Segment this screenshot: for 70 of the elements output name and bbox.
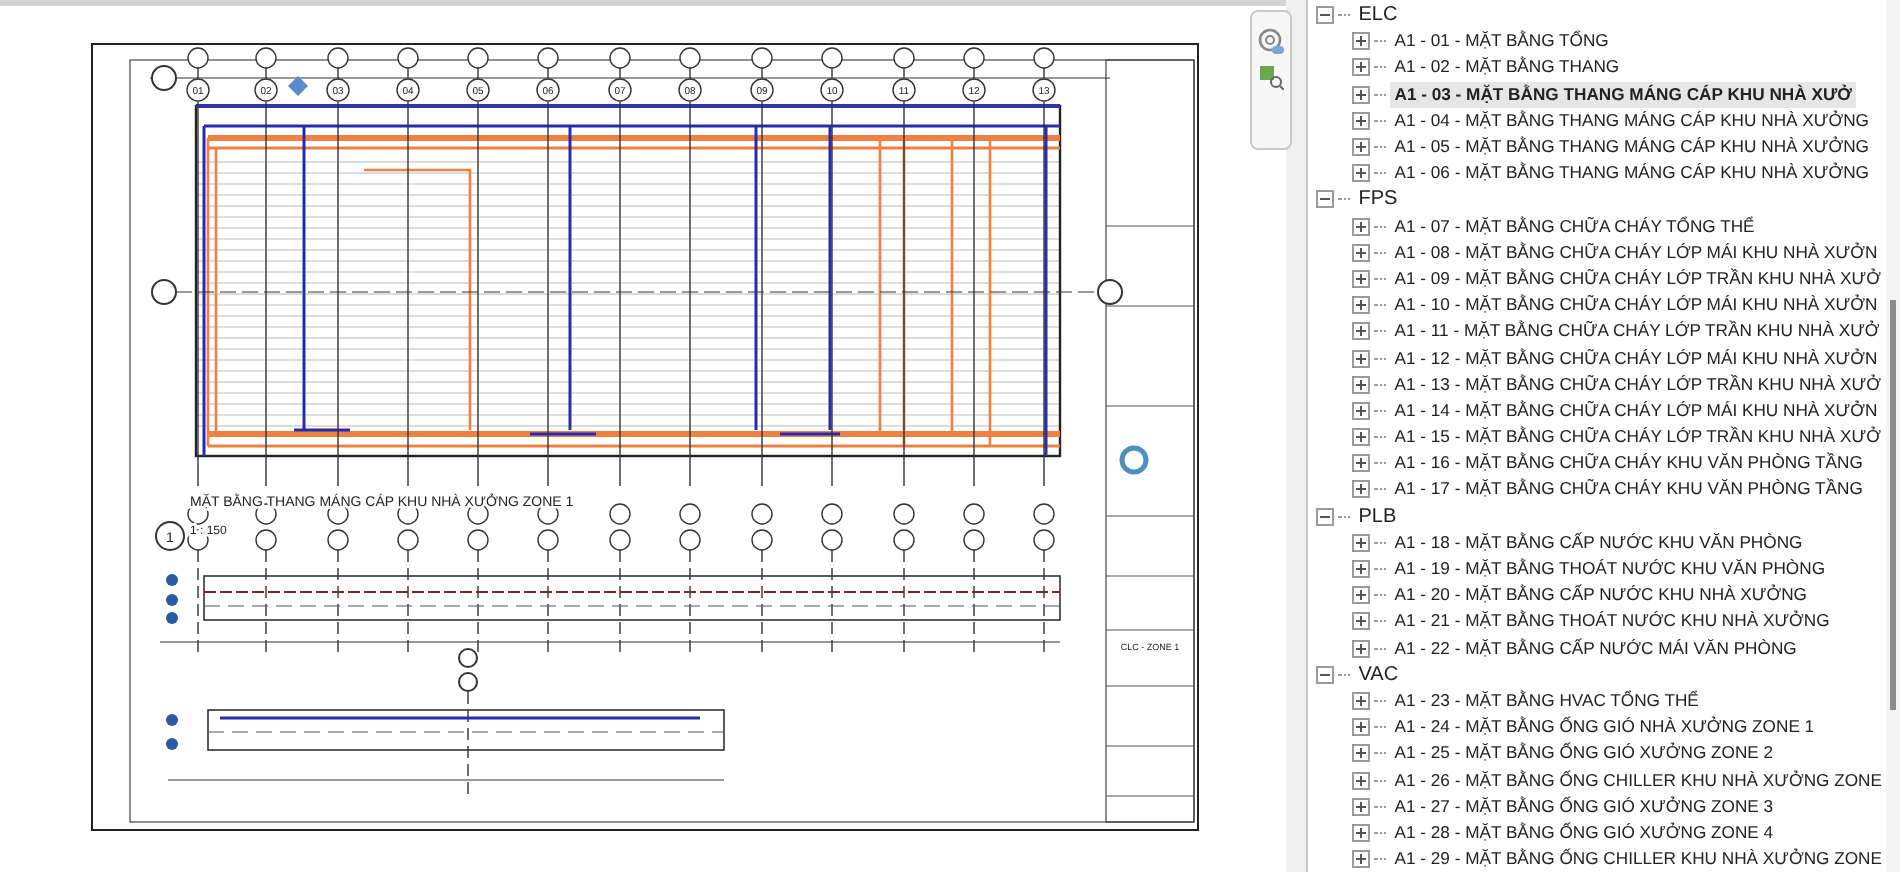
expand-toggle[interactable] bbox=[1352, 243, 1371, 262]
collapse-toggle[interactable] bbox=[1316, 6, 1335, 25]
expand-toggle[interactable] bbox=[1352, 296, 1371, 315]
expand-toggle[interactable] bbox=[1352, 164, 1371, 183]
expand-toggle[interactable] bbox=[1352, 85, 1371, 104]
sheet-item[interactable]: A1 - 08 - MẶT BẰNG CHỮA CHÁY LỚP MÁI KHU NHÀ XƯỞN bbox=[1390, 239, 1882, 266]
expand-toggle[interactable] bbox=[1352, 349, 1371, 368]
expand-toggle[interactable] bbox=[1352, 217, 1371, 236]
level-marker-icon bbox=[288, 76, 308, 96]
sheet-item[interactable]: A1 - 05 - MẶT BẰNG THANG MÁNG CÁP KHU NHÀ XƯỞNG bbox=[1390, 134, 1873, 161]
sheet-item[interactable]: A1 - 11 - MẶT BẰNG CHỮA CHÁY LỚP TRẦN KHU NHÀ XƯỞ bbox=[1390, 318, 1884, 345]
expand-toggle[interactable] bbox=[1352, 718, 1371, 737]
sheet-item[interactable]: A1 - 29 - MẶT BẰNG ỐNG CHILLER KHU NHÀ XƯỞNG ZONE bbox=[1390, 846, 1886, 872]
group-label[interactable]: VAC bbox=[1354, 661, 1403, 688]
sheet-item[interactable]: A1 - 21 - MẶT BẰNG THOÁT NƯỚC KHU NHÀ XƯỞNG bbox=[1390, 608, 1834, 635]
expand-toggle[interactable] bbox=[1352, 612, 1371, 631]
collapse-toggle[interactable] bbox=[1316, 665, 1335, 684]
sheet-item[interactable]: A1 - 14 - MẶT BẰNG CHỮA CHÁY LỚP MÁI KHU NHÀ XƯỞN bbox=[1390, 397, 1882, 424]
sheet-item[interactable]: A1 - 07 - MẶT BẰNG CHỮA CHÁY TỔNG THỂ bbox=[1390, 213, 1759, 240]
expand-toggle[interactable] bbox=[1352, 480, 1371, 499]
sheet-item[interactable]: A1 - 04 - MẶT BẰNG THANG MÁNG CÁP KHU NHÀ XƯỞNG bbox=[1390, 107, 1873, 134]
group-label[interactable]: ELC bbox=[1354, 2, 1402, 29]
sheet-item[interactable]: A1 - 24 - MẶT BẰNG ỐNG GIÓ NHÀ XƯỞNG ZONE 1 bbox=[1390, 714, 1819, 741]
expand-toggle[interactable] bbox=[1352, 138, 1371, 157]
sheet-item[interactable]: A1 - 20 - MẶT BẰNG CẤP NƯỚC KHU NHÀ XƯỞNG bbox=[1390, 582, 1811, 609]
expand-toggle[interactable] bbox=[1352, 797, 1371, 816]
expand-toggle[interactable] bbox=[1352, 269, 1371, 288]
scrollbar[interactable] bbox=[1886, 0, 1900, 872]
expand-toggle[interactable] bbox=[1352, 428, 1371, 447]
sheet-item[interactable]: A1 - 03 - MẶT BẰNG THANG MÁNG CÁP KHU NHÀ XƯỞ bbox=[1390, 81, 1856, 108]
sheet-item[interactable]: A1 - 16 - MẶT BẰNG CHỮA CHÁY KHU VĂN PHÒNG TẦNG bbox=[1390, 450, 1867, 477]
sheet-item[interactable]: A1 - 06 - MẶT BẰNG THANG MÁNG CÁP KHU NHÀ XƯỞNG bbox=[1390, 160, 1873, 187]
expand-toggle[interactable] bbox=[1352, 560, 1371, 579]
sheet-item[interactable]: A1 - 13 - MẶT BẰNG CHỮA CHÁY LỚP TRẦN KHU NHÀ XƯỞ bbox=[1390, 371, 1885, 398]
expand-toggle[interactable] bbox=[1352, 58, 1371, 77]
sheet-item[interactable]: A1 - 09 - MẶT BẰNG CHỮA CHÁY LỚP TRẦN KHU NHÀ XƯỞ bbox=[1390, 265, 1885, 292]
expand-toggle[interactable] bbox=[1352, 401, 1371, 420]
sheet-item[interactable]: A1 - 15 - MẶT BẰNG CHỮA CHÁY LỚP TRẦN KHU NHÀ XƯỞ bbox=[1390, 424, 1885, 451]
sheet-item[interactable]: A1 - 18 - MẶT BẰNG CẤP NƯỚC KHU VĂN PHÒNG bbox=[1390, 529, 1807, 556]
sheet-item[interactable]: A1 - 25 - MẶT BẰNG ỐNG GIÓ XƯỞNG ZONE 2 bbox=[1390, 740, 1778, 767]
expand-toggle[interactable] bbox=[1352, 322, 1371, 341]
group-label[interactable]: PLB bbox=[1354, 503, 1401, 530]
expand-toggle[interactable] bbox=[1352, 375, 1371, 394]
expand-toggle[interactable] bbox=[1352, 32, 1371, 51]
expand-toggle[interactable] bbox=[1352, 533, 1371, 552]
sheet-item[interactable]: A1 - 01 - MẶT BẰNG TỔNG bbox=[1390, 28, 1613, 55]
collapse-toggle[interactable] bbox=[1316, 507, 1335, 526]
sheet-item[interactable]: A1 - 23 - MẶT BẰNG HVAC TỔNG THỂ bbox=[1390, 687, 1703, 714]
expand-toggle[interactable] bbox=[1352, 454, 1371, 473]
sheet-item[interactable]: A1 - 27 - MẶT BẰNG ỐNG GIÓ XƯỞNG ZONE 3 bbox=[1390, 793, 1778, 820]
expand-toggle[interactable] bbox=[1352, 850, 1371, 869]
sheet-item[interactable]: A1 - 22 - MẶT BẰNG CẤP NƯỚC MÁI VĂN PHÒNG bbox=[1390, 635, 1801, 662]
expand-toggle[interactable] bbox=[1352, 771, 1371, 790]
steering-wheel-icon[interactable] bbox=[1258, 28, 1284, 54]
sheet-item[interactable]: A1 - 26 - MẶT BẰNG ỐNG CHILLER KHU NHÀ XƯỞNG ZONE bbox=[1390, 767, 1886, 794]
group-label[interactable]: FPS bbox=[1354, 186, 1402, 213]
sheet-item[interactable]: A1 - 28 - MẶT BẰNG ỐNG GIÓ XƯỞNG ZONE 4 bbox=[1390, 819, 1778, 846]
zoom-icon[interactable] bbox=[1259, 66, 1283, 90]
sheet-item[interactable]: A1 - 12 - MẶT BẰNG CHỮA CHÁY LỚP MÁI KHU NHÀ XƯỞN bbox=[1390, 345, 1882, 372]
sheet-item[interactable]: A1 - 10 - MẶT BẰNG CHỮA CHÁY LỚP MÁI KHU NHÀ XƯỞN bbox=[1390, 292, 1882, 319]
expand-toggle[interactable] bbox=[1352, 691, 1371, 710]
expand-toggle[interactable] bbox=[1352, 111, 1371, 130]
expand-toggle[interactable] bbox=[1352, 744, 1371, 763]
expand-toggle[interactable] bbox=[1352, 639, 1371, 658]
collapse-toggle[interactable] bbox=[1316, 190, 1335, 209]
sheet-item[interactable]: A1 - 17 - MẶT BẰNG CHỮA CHÁY KHU VĂN PHÒNG TẦNG bbox=[1390, 476, 1867, 503]
sheet-item[interactable]: A1 - 02 - MẶT BẰNG THANG bbox=[1390, 54, 1624, 81]
sheet-item[interactable]: A1 - 19 - MẶT BẰNG THOÁT NƯỚC KHU VĂN PHÒNG bbox=[1390, 556, 1830, 583]
expand-toggle[interactable] bbox=[1352, 586, 1371, 605]
expand-toggle[interactable] bbox=[1352, 823, 1371, 842]
